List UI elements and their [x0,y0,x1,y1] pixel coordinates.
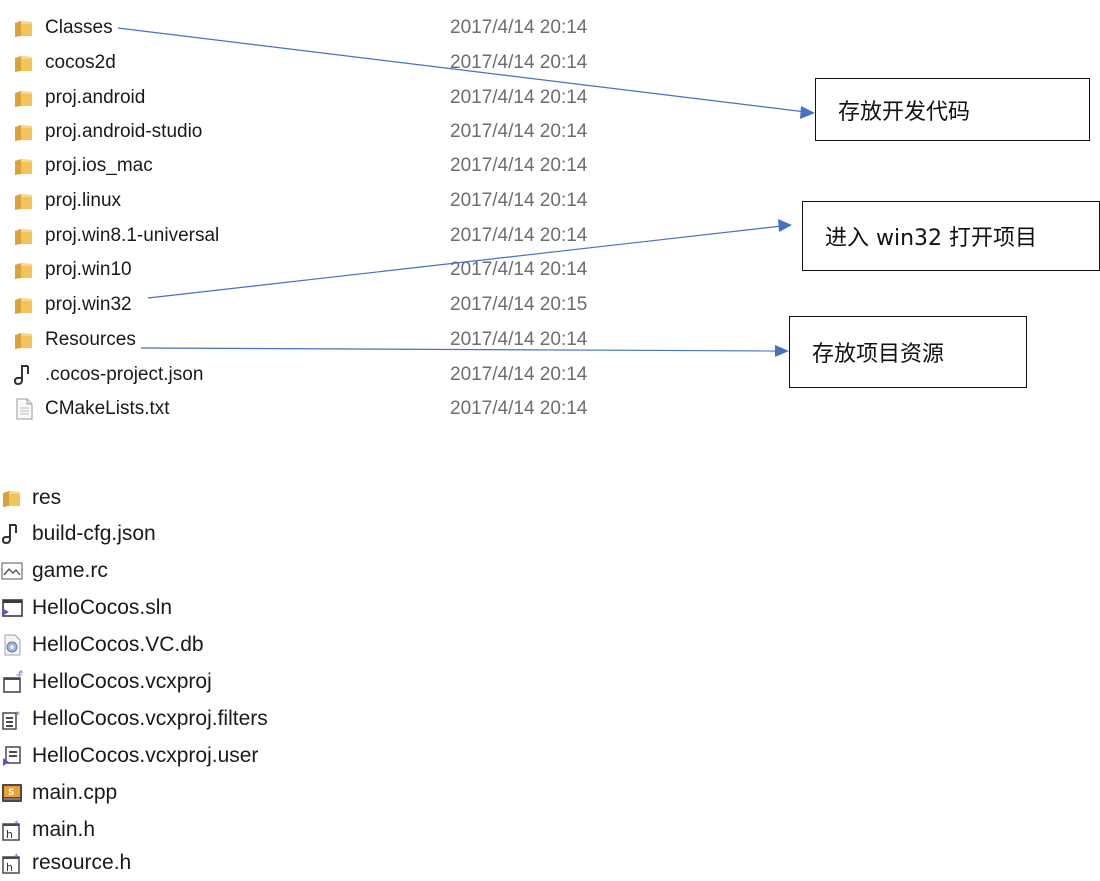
list-item[interactable]: S main.cpp [0,778,117,808]
arrowhead-classes [800,106,815,119]
date-modified: 2017/4/14 20:14 [450,364,588,385]
resource-script-icon [0,559,24,583]
date-modified: 2017/4/14 20:14 [450,52,588,73]
filters-file-icon: * [0,707,24,731]
user-file-icon [0,744,24,768]
folder-icon [0,486,24,510]
svg-text:*: * [19,670,23,678]
arrowhead-resources [775,345,789,357]
list-item[interactable]: proj.win32 [12,290,132,320]
file-name: proj.android-studio [45,121,203,142]
folder-icon [12,189,36,213]
folder-icon [12,86,36,110]
list-item[interactable]: Classes [12,13,113,43]
folder-icon [12,16,36,40]
list-item[interactable]: HelloCocos.VC.db [0,630,204,660]
file-name: main.cpp [32,781,118,804]
header-file-icon: h * [0,851,24,875]
list-item[interactable]: proj.android [12,83,145,113]
list-item[interactable]: build-cfg.json [0,519,156,549]
cpp-file-icon: S [0,781,24,805]
list-item[interactable]: cocos2d [12,48,116,78]
list-item[interactable]: proj.ios_mac [12,151,153,181]
database-file-icon [0,633,24,657]
date-modified: 2017/4/14 20:15 [450,294,588,315]
date-modified: 2017/4/14 20:14 [450,259,588,280]
file-name: proj.win8.1-universal [45,225,220,246]
list-item[interactable]: proj.linux [12,186,121,216]
svg-text:*: * [14,820,19,830]
date-modified: 2017/4/14 20:14 [450,87,588,108]
file-name: HelloCocos.vcxproj [32,670,212,693]
file-name: proj.linux [45,190,122,211]
list-item[interactable]: game.rc [0,556,108,586]
list-item[interactable]: res [0,483,61,513]
date-modified: 2017/4/14 20:14 [450,17,588,38]
folder-icon [12,224,36,248]
list-item[interactable]: proj.android-studio [12,117,202,147]
file-name: HelloCocos.vcxproj.user [32,744,259,767]
file-name: HelloCocos.VC.db [32,633,204,656]
file-name: cocos2d [45,52,116,73]
date-modified: 2017/4/14 20:14 [450,121,588,142]
folder-icon [12,51,36,75]
header-file-icon: h * [0,818,24,842]
date-modified: 2017/4/14 20:14 [450,190,588,211]
file-name: res [32,486,62,509]
file-name: proj.win32 [45,294,132,315]
list-item[interactable]: CMakeLists.txt [12,394,170,424]
folder-icon [12,293,36,317]
list-item[interactable]: proj.win10 [12,255,132,285]
file-name: build-cfg.json [32,522,156,545]
list-item[interactable]: Resources [12,325,136,355]
date-modified: 2017/4/14 20:14 [450,329,588,350]
file-name: Resources [45,329,136,350]
svg-text:*: * [14,853,19,863]
file-name: .cocos-project.json [45,364,204,385]
arrowhead-win32 [778,219,792,232]
vcxproj-file-icon: + * [0,669,24,694]
date-modified: 2017/4/14 20:14 [450,398,588,419]
folder-icon [12,154,36,178]
folder-icon [12,258,36,282]
file-name: CMakeLists.txt [45,398,170,419]
list-item[interactable]: HelloCocos.sln [0,593,172,623]
list-item[interactable]: h * resource.h [0,848,131,878]
svg-text:S: S [8,788,14,798]
callout-resources: 存放项目资源 [789,316,1027,388]
file-name: HelloCocos.sln [32,596,173,619]
folder-icon [12,120,36,144]
file-name: proj.android [45,87,146,108]
file-name: resource.h [32,851,132,874]
file-name: main.h [32,818,96,841]
list-item[interactable]: h * main.h [0,815,95,845]
file-name: game.rc [32,559,108,582]
json-file-icon [0,522,24,546]
list-item[interactable]: .cocos-project.json [12,360,203,390]
visual-studio-solution-icon [0,596,24,620]
svg-text:h: h [6,861,13,874]
list-item[interactable]: HelloCocos.vcxproj.user [0,741,258,771]
svg-text:*: * [15,710,20,721]
json-file-icon [12,363,36,387]
callout-win32: 进入 win32 打开项目 [802,201,1100,271]
file-name: HelloCocos.vcxproj.filters [32,707,268,730]
file-name: proj.ios_mac [45,155,153,176]
file-name: proj.win10 [45,259,132,280]
text-file-icon [12,397,36,421]
list-item[interactable]: proj.win8.1-universal [12,221,219,251]
date-modified: 2017/4/14 20:14 [450,155,588,176]
file-name: Classes [45,17,113,38]
callout-classes: 存放开发代码 [815,78,1090,141]
list-item[interactable]: * HelloCocos.vcxproj.filters [0,704,268,734]
list-item[interactable]: + * HelloCocos.vcxproj [0,667,212,697]
folder-icon [12,328,36,352]
svg-text:h: h [6,828,13,841]
date-modified: 2017/4/14 20:14 [450,225,588,246]
